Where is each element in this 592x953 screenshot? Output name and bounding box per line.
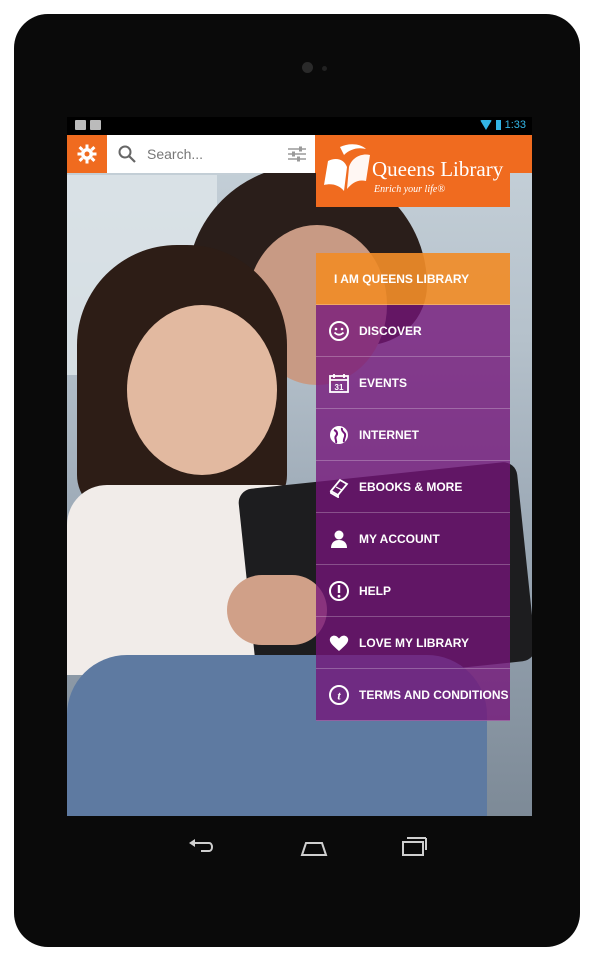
media-icon	[75, 120, 86, 130]
app-screen: 1:33 Search... Queens Library Enrich you…	[67, 117, 532, 816]
front-camera	[302, 62, 313, 73]
menu-item-events[interactable]: 31 EVENTS	[316, 357, 510, 409]
exclamation-icon	[328, 580, 350, 602]
globe-icon	[328, 424, 350, 446]
menu-item-love-my-library[interactable]: LOVE MY LIBRARY	[316, 617, 510, 669]
main-menu: I AM QUEENS LIBRARY DISCOVER 31 EVENTS I…	[316, 253, 510, 721]
sliders-icon[interactable]	[287, 145, 307, 163]
menu-item-ebooks-and-more[interactable]: EBOOKS & MORE	[316, 461, 510, 513]
svg-text:31: 31	[335, 383, 344, 392]
menu-item-label: TERMS AND CONDITIONS	[359, 687, 509, 702]
status-bar: 1:33	[67, 117, 532, 135]
heart-icon	[328, 632, 350, 654]
logo-tagline: Enrich your life®	[374, 184, 445, 195]
menu-item-label: EBOOKS & MORE	[359, 479, 463, 494]
smiley-icon	[328, 320, 350, 342]
menu-item-my-account[interactable]: MY ACCOUNT	[316, 513, 510, 565]
person-icon	[328, 528, 350, 550]
search-bar	[107, 135, 315, 173]
logo-title: Queens Library	[372, 157, 504, 181]
tablet-frame: 1:33 Search... Queens Library Enrich you…	[14, 14, 580, 947]
menu-item-terms-and-conditions[interactable]: t TERMS AND CONDITIONS	[316, 669, 510, 721]
recent-apps-icon[interactable]	[401, 836, 427, 856]
menu-item-label: I AM QUEENS LIBRARY	[334, 271, 470, 286]
queens-library-logo[interactable]: Queens Library Enrich your life®	[316, 135, 510, 207]
menu-item-label: HELP	[359, 583, 392, 598]
gear-icon	[77, 144, 97, 164]
search-icon[interactable]	[117, 144, 137, 164]
status-time: 1:33	[504, 119, 526, 131]
home-icon[interactable]	[300, 840, 328, 856]
menu-item-discover[interactable]: DISCOVER	[316, 305, 510, 357]
search-input[interactable]	[145, 145, 279, 163]
back-icon[interactable]	[187, 837, 215, 855]
light-sensor	[322, 66, 327, 71]
menu-item-label: EVENTS	[359, 375, 408, 390]
menu-item-i-am-queens-library[interactable]: I AM QUEENS LIBRARY	[316, 253, 510, 305]
menu-item-help[interactable]: HELP	[316, 565, 510, 617]
svg-text:t: t	[337, 688, 341, 702]
open-book-logo-icon	[324, 144, 370, 191]
menu-item-label: MY ACCOUNT	[359, 531, 440, 546]
settings-button[interactable]	[67, 135, 107, 173]
book-icon	[328, 476, 350, 498]
menu-item-label: LOVE MY LIBRARY	[359, 635, 470, 650]
menu-item-internet[interactable]: INTERNET	[316, 409, 510, 461]
calendar-icon: 31	[328, 372, 350, 394]
wifi-icon	[479, 120, 492, 130]
battery-icon	[495, 120, 501, 130]
checklist-icon	[90, 120, 101, 130]
menu-item-label: INTERNET	[359, 427, 419, 442]
menu-item-label: DISCOVER	[359, 323, 422, 338]
t-circle-icon: t	[328, 684, 350, 706]
